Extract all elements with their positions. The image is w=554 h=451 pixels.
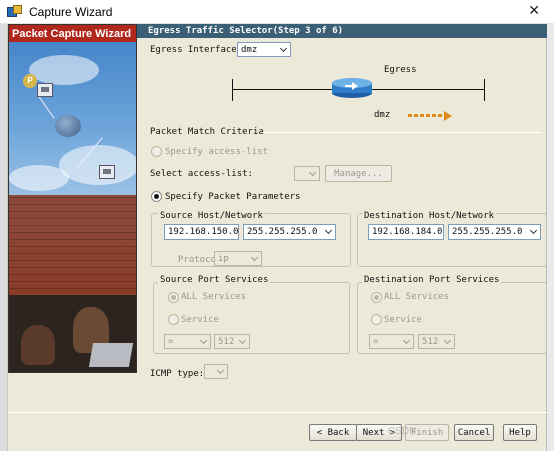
destination-host-group <box>357 213 547 267</box>
p-badge-icon: P <box>23 74 37 88</box>
source-port-select[interactable]: 512 <box>214 334 250 349</box>
icmp-type-select[interactable] <box>204 364 228 379</box>
source-mask-select[interactable]: 255.255.255.0 <box>243 224 336 240</box>
background-window-left <box>0 24 7 451</box>
chevron-down-icon <box>277 43 290 56</box>
step-title: Egress Traffic Selector <box>148 26 273 36</box>
egress-diagram-label: Egress <box>384 65 417 75</box>
wizard-side-image: Packet Capture Wizard P <box>8 24 137 373</box>
select-acl-dropdown[interactable] <box>294 166 320 181</box>
capture-wizard-icon <box>7 4 23 19</box>
select-acl-label: Select access-list: <box>150 169 253 179</box>
source-all-services-radio[interactable] <box>168 292 179 303</box>
interface-diagram-label: dmz <box>374 110 391 120</box>
chevron-down-icon <box>441 335 454 348</box>
brick-wall-image <box>9 195 136 295</box>
specify-acl-label: Specify access-list <box>165 147 268 157</box>
source-mask-value: 255.255.255.0 <box>247 227 318 237</box>
side-panel-header: Packet Capture Wizard <box>9 25 136 42</box>
destination-port-title: Destination Port Services <box>362 275 502 285</box>
watermark: CSDN <box>388 426 417 437</box>
destination-all-services-radio[interactable] <box>371 292 382 303</box>
specify-params-radio[interactable] <box>151 191 162 202</box>
source-host-title: Source Host/Network <box>158 211 265 221</box>
source-service-radio[interactable] <box>168 314 179 325</box>
egress-interface-label: Egress Interface: <box>150 45 243 55</box>
destination-operator-select[interactable]: = <box>369 334 414 349</box>
chevron-down-icon <box>236 335 249 348</box>
destination-port-select[interactable]: 512 <box>418 334 455 349</box>
chevron-down-icon <box>197 335 210 348</box>
egress-interface-value: dmz <box>241 44 258 55</box>
window-title: Capture Wizard <box>29 4 113 19</box>
manage-button[interactable]: Manage... <box>325 165 392 182</box>
network-device-icon <box>37 83 53 97</box>
destination-host-title: Destination Host/Network <box>362 211 497 221</box>
chevron-down-icon <box>322 225 334 239</box>
destination-service-radio[interactable] <box>371 314 382 325</box>
source-ip-input[interactable]: 192.168.150.0 <box>164 224 239 240</box>
packet-match-title: Packet Match Criteria <box>150 127 264 137</box>
cancel-button[interactable]: Cancel <box>454 424 494 441</box>
specify-acl-radio[interactable] <box>151 146 162 157</box>
help-button[interactable]: Help <box>503 424 537 441</box>
source-all-services-label: ALL Services <box>181 292 247 302</box>
background-window-right <box>546 24 554 451</box>
router-icon <box>332 78 372 98</box>
router-icon <box>55 115 81 137</box>
destination-mask-select[interactable]: 255.255.255.0 <box>448 224 541 240</box>
chevron-down-icon <box>400 335 413 348</box>
wizard-dialog: Packet Capture Wizard P Egress Traffic S… <box>7 24 547 451</box>
chevron-down-icon <box>214 365 227 378</box>
source-operator-select[interactable]: = <box>164 334 211 349</box>
step-header: Egress Traffic Selector (Step 3 of 6) <box>137 24 547 38</box>
destination-mask-value: 255.255.255.0 <box>452 227 523 237</box>
back-button[interactable]: < Back <box>309 424 357 441</box>
source-service-label: Service <box>181 315 219 325</box>
source-port-title: Source Port Services <box>158 275 271 285</box>
destination-ip-input[interactable]: 192.168.184.0 <box>368 224 444 240</box>
egress-interface-select[interactable]: dmz <box>237 42 291 57</box>
destination-service-label: Service <box>384 315 422 325</box>
network-device-icon <box>99 165 115 179</box>
protocol-select[interactable]: ip <box>214 251 262 266</box>
egress-direction-arrow <box>408 110 456 121</box>
chevron-down-icon <box>248 252 261 265</box>
icmp-type-label: ICMP type: <box>150 369 205 379</box>
chevron-down-icon <box>306 167 319 180</box>
specify-params-label: Specify Packet Parameters <box>165 192 301 202</box>
chevron-down-icon <box>527 225 539 239</box>
destination-all-services-label: ALL Services <box>384 292 450 302</box>
protocol-value: ip <box>218 253 229 264</box>
close-icon[interactable]: ✕ <box>528 3 540 19</box>
laptop-image <box>88 343 134 367</box>
step-indicator: (Step 3 of 6) <box>272 26 344 36</box>
title-bar: Capture Wizard ✕ <box>0 0 554 24</box>
